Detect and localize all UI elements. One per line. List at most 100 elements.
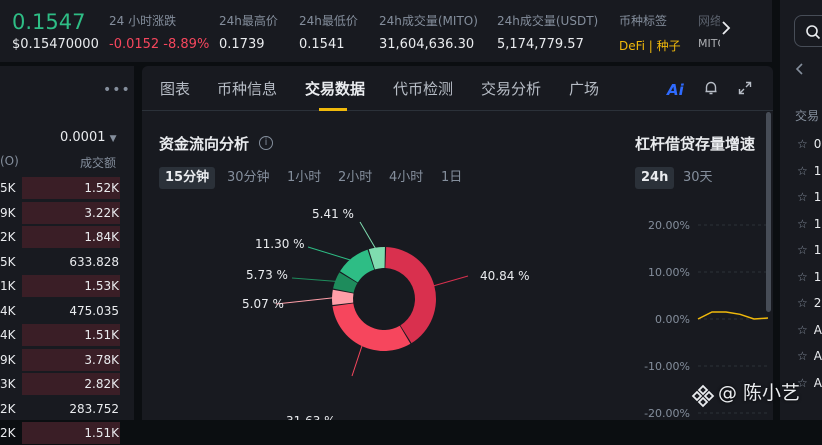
period-1h[interactable]: 1小时 <box>281 167 327 189</box>
sidebar-row[interactable]: ☆ 2 <box>797 296 821 310</box>
period-1d[interactable]: 1日 <box>435 167 468 189</box>
period-15m[interactable]: 15分钟 <box>159 167 216 189</box>
book-row[interactable]: 5K 633.828 <box>0 250 134 274</box>
bell-icon[interactable] <box>703 80 719 100</box>
sidebar-row[interactable]: ☆ A <box>797 349 822 363</box>
sidebar-row-label: 0 <box>813 137 822 151</box>
watermark-text: @ 陈小艺 <box>718 382 801 404</box>
book-amount: 2.82K <box>84 377 119 391</box>
donut-slice[interactable] <box>332 303 411 351</box>
expand-icon[interactable] <box>737 80 753 100</box>
sidebar-row[interactable]: ☆ 1 <box>797 243 821 257</box>
chevron-left-icon[interactable] <box>795 62 805 80</box>
slice-label: 5.73 % <box>246 268 288 282</box>
book-qty: 3K <box>0 377 16 391</box>
book-row[interactable]: 2K 1.51K <box>0 421 134 445</box>
stat-label-high: 24h最高价 <box>219 14 278 28</box>
sidebar-row[interactable]: ☆ A <box>797 376 822 390</box>
book-amount: 475.035 <box>69 303 119 318</box>
book-qty: 5K <box>0 254 16 269</box>
book-row[interactable]: 2K 1.84K <box>0 225 134 249</box>
book-qty: 9K <box>0 352 16 367</box>
slice-label: 5.41 % <box>312 207 354 221</box>
star-icon[interactable]: ☆ <box>797 164 808 178</box>
book-row[interactable]: 9K 3.78K <box>0 348 134 372</box>
info-icon[interactable]: i <box>259 136 273 150</box>
period-30m[interactable]: 30分钟 <box>221 167 276 189</box>
last-price: 0.1547 <box>12 10 86 34</box>
fund-flow-title: 资金流向分析 <box>159 135 250 153</box>
book-amount: 1.51K <box>84 328 119 342</box>
stat-label-network: 网络 <box>698 14 720 28</box>
tab-chart[interactable]: 图表 <box>160 78 190 99</box>
book-row[interactable]: 1K 1.53K <box>0 274 134 298</box>
star-icon[interactable]: ☆ <box>797 217 808 231</box>
sidebar-row[interactable]: ☆ 0 <box>797 137 821 151</box>
sidebar-row[interactable]: ☆ 1 <box>797 164 821 178</box>
y-tick-label: 0.00% <box>655 313 690 326</box>
tab-coin-info[interactable]: 币种信息 <box>217 78 277 99</box>
stat-value-tags[interactable]: DeFi | 种子 <box>619 37 681 54</box>
chevron-right-icon[interactable] <box>720 18 740 42</box>
stat-label-vol-usdt: 24h成交量(USDT) <box>497 14 599 28</box>
book-row[interactable]: 4K 475.035 <box>0 299 134 323</box>
y-tick-label: 20.00% <box>648 219 690 232</box>
stat-value-vol-usdt: 5,174,779.57 <box>497 37 584 52</box>
slice-label: 31.63 % <box>286 414 336 420</box>
sidebar-row[interactable]: ☆ 1 <box>797 270 821 284</box>
precision-select[interactable]: 0.0001 ▼ <box>60 130 117 145</box>
leader-line <box>359 221 378 252</box>
period-2h[interactable]: 2小时 <box>332 167 378 189</box>
ai-button[interactable]: Ai <box>667 81 684 99</box>
book-row[interactable]: 9K 3.22K <box>0 201 134 225</box>
binance-logo-icon <box>690 383 716 413</box>
period-30d[interactable]: 30天 <box>677 167 719 189</box>
slice-label: 5.07 % <box>242 297 284 311</box>
more-icon[interactable]: ••• <box>103 82 131 98</box>
sidebar-row-label: 1 <box>813 243 822 257</box>
star-icon[interactable]: ☆ <box>797 137 808 151</box>
star-icon[interactable]: ☆ <box>797 323 808 337</box>
book-qty: 2K <box>0 426 16 440</box>
scrollbar[interactable] <box>766 112 771 312</box>
stat-label-low: 24h最低价 <box>299 14 358 28</box>
tab-token-check[interactable]: 代币检测 <box>393 78 453 99</box>
donut-chart: 40.84 % 31.63 % 5.07 % 5.73 % 11.30 % 5.41 % <box>242 207 530 420</box>
book-qty: 2K <box>0 401 16 416</box>
star-icon[interactable]: ☆ <box>797 243 808 257</box>
book-amount: 283.752 <box>69 401 119 416</box>
period-4h[interactable]: 4小时 <box>383 167 429 189</box>
stat-value-change: -0.0152 -8.89% <box>109 37 210 52</box>
tab-trading-data[interactable]: 交易数据 <box>305 78 365 99</box>
period-24h[interactable]: 24h <box>635 167 675 189</box>
star-icon[interactable]: ☆ <box>797 296 808 310</box>
price-usd: $0.15470000 <box>12 37 99 52</box>
sidebar-header: 交易 <box>795 109 820 123</box>
slice-label: 11.30 % <box>255 237 305 251</box>
sidebar-row[interactable]: ☆ A <box>797 323 822 337</box>
sidebar-row[interactable]: ☆ 1 <box>797 217 821 231</box>
slice-label: 40.84 % <box>480 269 530 283</box>
tab-square[interactable]: 广场 <box>569 78 599 99</box>
star-icon[interactable]: ☆ <box>797 190 808 204</box>
sidebar-row-label: 1 <box>813 163 822 178</box>
book-row[interactable]: 2K 283.752 <box>0 397 134 421</box>
tab-trade-analysis[interactable]: 交易分析 <box>481 78 541 99</box>
precision-value: 0.0001 <box>60 130 106 145</box>
star-icon[interactable]: ☆ <box>797 349 808 363</box>
stat-label-change: 24 小时涨跌 <box>109 14 177 28</box>
series-line <box>697 311 769 320</box>
leader-line <box>351 342 364 377</box>
book-row[interactable]: 4K 1.51K <box>0 323 134 347</box>
search-input[interactable] <box>794 15 822 47</box>
book-row[interactable]: 5K 1.52K <box>0 176 134 200</box>
stat-value-vol-mito: 31,604,636.30 <box>379 37 475 52</box>
book-row[interactable]: 3K 2.82K <box>0 372 134 396</box>
sidebar-row-label: 2 <box>813 296 822 310</box>
star-icon[interactable]: ☆ <box>797 270 808 284</box>
stat-label-vol-mito: 24h成交量(MITO) <box>379 14 478 28</box>
book-amount: 1.53K <box>84 279 119 293</box>
sidebar-row[interactable]: ☆ 1 <box>797 190 821 204</box>
book-amount: 3.22K <box>84 205 119 220</box>
sidebar-row-label: 1 <box>813 190 822 204</box>
